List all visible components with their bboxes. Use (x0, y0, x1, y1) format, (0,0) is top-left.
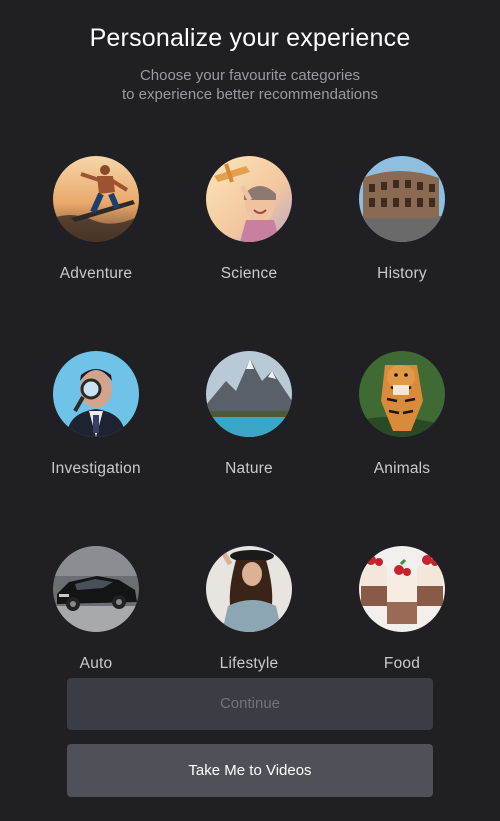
category-label: Nature (225, 460, 273, 477)
continue-button[interactable]: Continue (67, 678, 433, 730)
category-label: Lifestyle (219, 655, 279, 672)
desserts-photo (359, 546, 445, 632)
detective-magnifier-photo (53, 351, 139, 437)
surfer-photo (53, 156, 139, 242)
category-adventure[interactable]: Adventure (21, 156, 171, 316)
category-nature[interactable]: Nature (174, 351, 324, 511)
girl-with-plane-photo (206, 156, 292, 242)
category-history[interactable]: History (327, 156, 477, 316)
category-label: History (377, 265, 427, 282)
category-label: Science (220, 265, 278, 282)
woman-with-hat-photo (206, 546, 292, 632)
category-label: Animals (373, 460, 431, 477)
category-science[interactable]: Science (174, 156, 324, 316)
category-label: Food (383, 655, 421, 672)
tiger-photo (359, 351, 445, 437)
category-animals[interactable]: Animals (327, 351, 477, 511)
category-label: Adventure (59, 265, 133, 282)
category-investigation[interactable]: Investigation (21, 351, 171, 511)
take-me-to-videos-button[interactable]: Take Me to Videos (67, 744, 433, 797)
colosseum-photo (359, 156, 445, 242)
mountain-lake-photo (206, 351, 292, 437)
black-car-photo (53, 546, 139, 632)
category-label: Auto (79, 655, 113, 672)
category-label: Investigation (51, 460, 141, 477)
